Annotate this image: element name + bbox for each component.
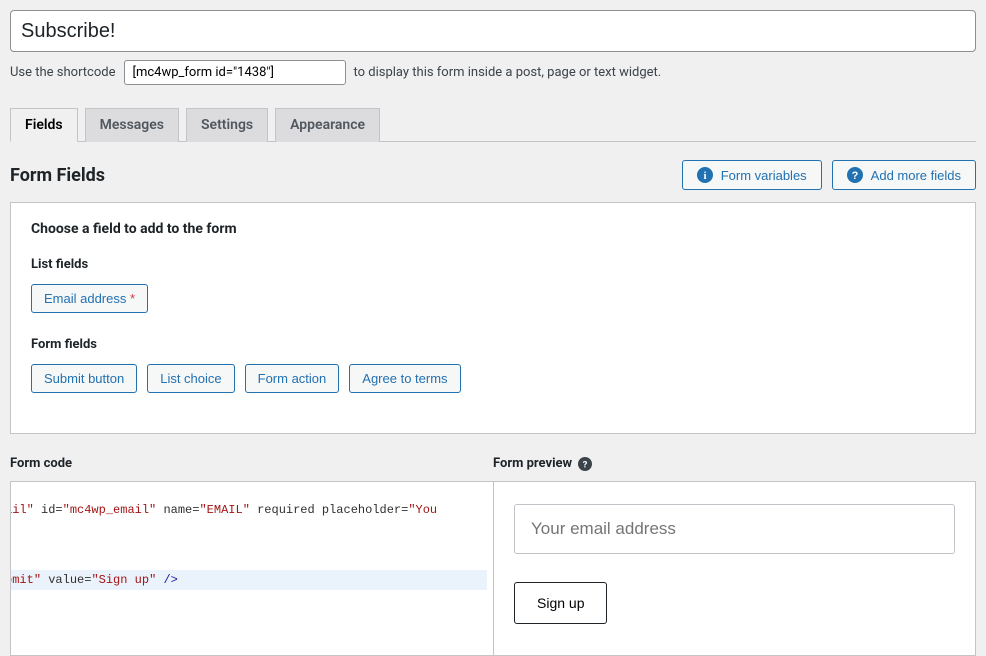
code-attr: name (163, 503, 192, 517)
svg-text:?: ? (851, 170, 858, 182)
form-variables-label: Form variables (721, 168, 807, 183)
form-action-field-button[interactable]: Form action (245, 364, 340, 393)
shortcode-row: Use the shortcode to display this form i… (10, 60, 976, 85)
form-fields-label: Form fields (31, 337, 955, 352)
code-tag-close: /> (163, 573, 177, 587)
shortcode-input[interactable] (124, 60, 346, 85)
code-value: Sign up (99, 573, 149, 587)
fields-panel: Choose a field to add to the form List f… (10, 202, 976, 434)
add-more-fields-button[interactable]: ? Add more fields (832, 160, 976, 190)
code-value: mc4wp_email (70, 503, 149, 517)
code-attr: value (48, 573, 84, 587)
submit-button-field-button[interactable]: Submit button (31, 364, 137, 393)
form-code-label: Form code (10, 456, 493, 471)
list-choice-field-button[interactable]: List choice (147, 364, 234, 393)
code-attr: id (41, 503, 55, 517)
code-fragment: ail (10, 503, 27, 517)
add-more-fields-label: Add more fields (871, 168, 961, 183)
code-attr: placeholder (322, 503, 401, 517)
form-preview-label: Form preview (493, 456, 572, 471)
help-icon[interactable]: ? (578, 457, 592, 471)
panel-heading: Choose a field to add to the form (31, 221, 955, 237)
section-title: Form Fields (10, 165, 105, 186)
svg-text:?: ? (583, 459, 588, 470)
form-variables-button[interactable]: i Form variables (682, 160, 822, 190)
svg-text:i: i (703, 170, 706, 182)
tab-settings[interactable]: Settings (186, 108, 268, 142)
email-address-label: Email address (44, 291, 126, 306)
code-value: EMAIL (207, 503, 243, 517)
help-icon: ? (847, 167, 863, 183)
agree-to-terms-field-button[interactable]: Agree to terms (349, 364, 460, 393)
code-value: You (416, 503, 438, 517)
email-address-field-button[interactable]: Email address * (31, 284, 148, 313)
tab-fields[interactable]: Fields (10, 108, 78, 142)
code-fragment: bmit (10, 573, 34, 587)
preview-email-input[interactable] (514, 504, 955, 554)
code-keyword: required (257, 503, 315, 517)
shortcode-suffix: to display this form inside a post, page… (354, 65, 662, 80)
shortcode-prefix: Use the shortcode (10, 65, 116, 80)
preview-submit-button[interactable]: Sign up (514, 582, 607, 624)
tab-appearance[interactable]: Appearance (275, 108, 380, 142)
nav-tabs: Fields Messages Settings Appearance (10, 107, 976, 142)
tab-messages[interactable]: Messages (85, 108, 179, 142)
form-preview: Sign up (493, 481, 976, 656)
list-fields-label: List fields (31, 257, 955, 272)
form-title-input[interactable] (10, 10, 976, 52)
form-code-editor[interactable]: ail" id="mc4wp_email" name="EMAIL" requi… (10, 481, 493, 656)
required-star: * (130, 291, 135, 306)
info-icon: i (697, 167, 713, 183)
